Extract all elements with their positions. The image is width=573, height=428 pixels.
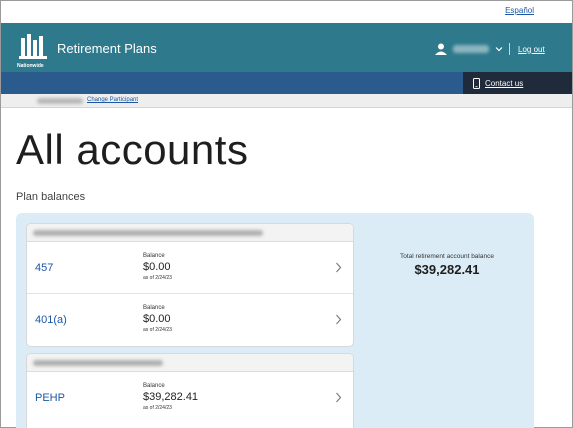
balance-value: $39,282.41	[143, 391, 199, 403]
nationwide-logo-icon[interactable]	[17, 32, 51, 66]
balance-label: Balance	[143, 305, 165, 311]
plan-card: 457 Balance $0.00 as of 2/24/23 401(a) B…	[26, 223, 354, 347]
page-title: All accounts	[16, 126, 249, 173]
account-name[interactable]: PEHP	[35, 392, 65, 404]
account-row-401a[interactable]: 401(a) Balance $0.00 as of 2/24/23	[27, 294, 353, 346]
balance-label: Balance	[143, 253, 165, 259]
account-name[interactable]: 401(a)	[35, 314, 67, 326]
total-balance-label: Total retirement account balance	[400, 253, 494, 260]
total-balance-value: $39,282.41	[414, 262, 480, 277]
balance-label: Balance	[143, 383, 165, 389]
balance-as-of: as of 2/24/23	[143, 275, 172, 281]
participant-bar: Change Participant	[1, 94, 572, 108]
balance-as-of: as of 2/24/23	[143, 405, 172, 411]
plan-name-redacted	[33, 230, 263, 236]
section-label: Plan balances	[16, 191, 86, 203]
balance-value: $0.00	[143, 261, 171, 273]
user-menu[interactable]: Log out	[435, 42, 545, 56]
logout-link[interactable]: Log out	[518, 45, 545, 54]
account-row-pehp[interactable]: PEHP Balance $39,282.41 as of 2/24/23	[27, 372, 353, 424]
account-name[interactable]: 457	[35, 262, 53, 274]
header-divider	[509, 43, 510, 55]
contact-us-label: Contact us	[485, 78, 524, 88]
account-row-457[interactable]: 457 Balance $0.00 as of 2/24/23	[27, 242, 353, 294]
app-title: Retirement Plans	[57, 41, 157, 56]
user-icon	[435, 43, 447, 55]
balance-value: $0.00	[143, 313, 171, 325]
user-name-redacted	[453, 45, 489, 53]
contact-us-button[interactable]: Contact us	[463, 72, 572, 94]
plan-card-header	[27, 354, 353, 372]
phone-icon	[473, 77, 480, 89]
chevron-right-icon[interactable]	[335, 392, 342, 403]
app-header: Nationwide Retirement Plans Log out	[1, 23, 572, 72]
change-participant-link[interactable]: Change Participant	[87, 97, 138, 103]
chevron-down-icon[interactable]	[495, 45, 503, 53]
chevron-right-icon[interactable]	[335, 314, 342, 325]
plan-name-redacted	[33, 360, 163, 366]
language-link[interactable]: Español	[505, 6, 534, 15]
participant-name-redacted	[37, 98, 83, 104]
top-strip: Español	[1, 1, 572, 23]
plan-card-header	[27, 224, 353, 242]
plan-card: PEHP Balance $39,282.41 as of 2/24/23	[26, 353, 354, 428]
logo-text: Nationwide	[17, 63, 44, 69]
balance-as-of: as of 2/24/23	[143, 327, 172, 333]
chevron-right-icon[interactable]	[335, 262, 342, 273]
